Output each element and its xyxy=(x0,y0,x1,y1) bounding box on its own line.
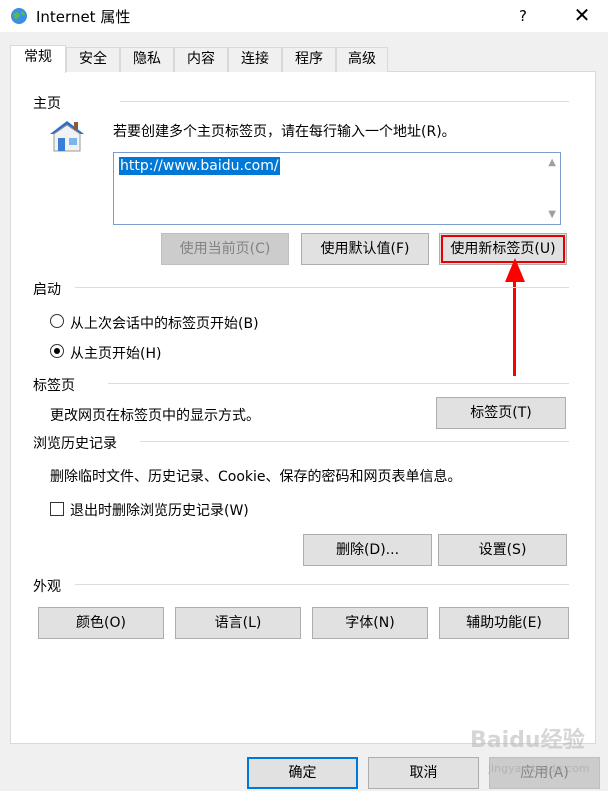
homepage-url-textarea[interactable]: http://www.baidu.com/ ▲ ▼ xyxy=(113,152,561,225)
tabs-description: 更改网页在标签页中的显示方式。 xyxy=(50,408,260,424)
radio-last-session[interactable] xyxy=(50,314,64,328)
radio-homepage[interactable] xyxy=(50,344,64,358)
watermark-logo: Baidu经验 xyxy=(470,728,585,753)
tab-programs[interactable]: 程序 xyxy=(282,47,336,72)
use-current-button[interactable]: 使用当前页(C) xyxy=(161,233,289,265)
divider xyxy=(120,101,569,102)
tab-privacy[interactable]: 隐私 xyxy=(120,47,174,72)
appearance-group-label: 外观 xyxy=(33,579,61,595)
startup-group-label: 启动 xyxy=(33,282,61,298)
fonts-button[interactable]: 字体(N) xyxy=(312,607,428,639)
divider xyxy=(108,383,569,384)
house-icon xyxy=(50,121,84,152)
delete-history-button[interactable]: 删除(D)... xyxy=(303,534,432,566)
cancel-button[interactable]: 取消 xyxy=(368,757,479,789)
history-settings-button[interactable]: 设置(S) xyxy=(438,534,567,566)
colors-button[interactable]: 颜色(O) xyxy=(38,607,164,639)
divider xyxy=(140,441,569,442)
tabs-settings-button[interactable]: 标签页(T) xyxy=(436,397,566,429)
help-button[interactable]: ? xyxy=(506,0,540,32)
use-new-tab-button[interactable]: 使用新标签页(U) xyxy=(439,233,567,265)
scroll-up-icon[interactable]: ▲ xyxy=(548,157,556,168)
window-title: Internet 属性 xyxy=(36,8,131,26)
close-button[interactable]: ✕ xyxy=(562,0,602,32)
homepage-instruction: 若要创建多个主页标签页，请在每行输入一个地址(R)。 xyxy=(113,124,456,140)
delete-history-on-exit-checkbox[interactable] xyxy=(50,502,64,516)
tab-connections[interactable]: 连接 xyxy=(228,47,282,72)
divider xyxy=(75,287,569,288)
watermark-url: jingyan.baidu.com xyxy=(488,762,590,775)
radio-last-session-label[interactable]: 从上次会话中的标签页开始(B) xyxy=(70,313,259,333)
homepage-url-text: http://www.baidu.com/ xyxy=(119,157,280,175)
history-description: 删除临时文件、历史记录、Cookie、保存的密码和网页表单信息。 xyxy=(50,469,462,485)
ok-button[interactable]: 确定 xyxy=(247,757,358,789)
scroll-down-icon[interactable]: ▼ xyxy=(548,209,556,220)
tab-security[interactable]: 安全 xyxy=(66,47,120,72)
tabs-group-label: 标签页 xyxy=(33,378,75,394)
radio-homepage-label[interactable]: 从主页开始(H) xyxy=(70,343,161,363)
divider xyxy=(75,584,569,585)
delete-history-on-exit-label[interactable]: 退出时删除浏览历史记录(W) xyxy=(70,500,249,520)
languages-button[interactable]: 语言(L) xyxy=(175,607,301,639)
tab-general[interactable]: 常规 xyxy=(10,45,66,73)
use-default-button[interactable]: 使用默认值(F) xyxy=(301,233,429,265)
tab-content[interactable]: 内容 xyxy=(174,47,228,72)
accessibility-button[interactable]: 辅助功能(E) xyxy=(439,607,569,639)
history-group-label: 浏览历史记录 xyxy=(33,436,117,452)
annotation-arrow-line xyxy=(513,270,516,376)
homepage-group-label: 主页 xyxy=(33,96,61,112)
tab-advanced[interactable]: 高级 xyxy=(336,47,388,72)
radio-selected-dot xyxy=(54,348,60,354)
internet-globe-icon xyxy=(11,8,27,24)
